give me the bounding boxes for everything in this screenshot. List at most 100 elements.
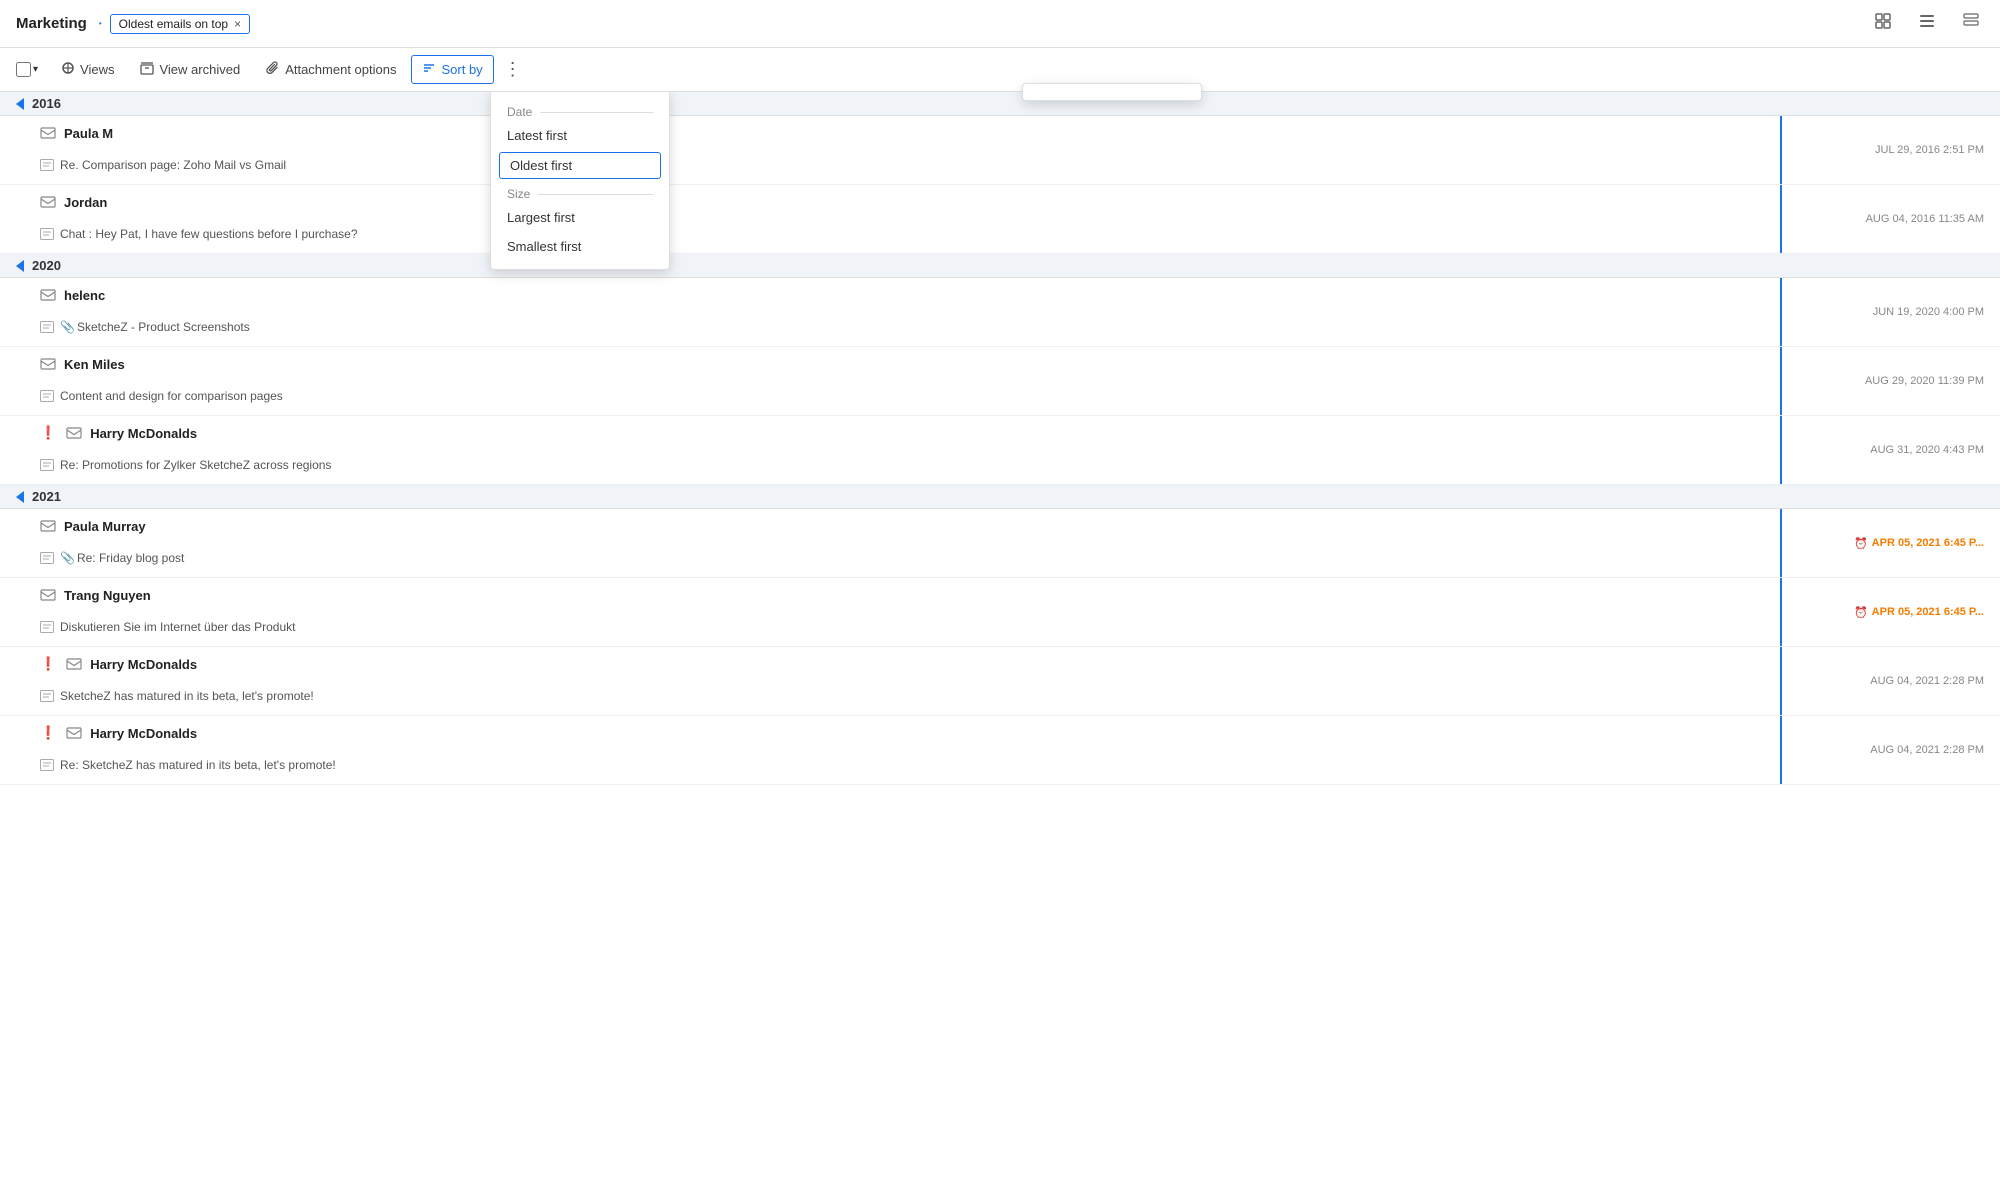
email-subject-row: Diskutieren Sie im Internet über das Pro…: [0, 612, 2000, 646]
oldest-first-option[interactable]: Oldest first: [499, 152, 661, 179]
active-filter-badge[interactable]: Oldest emails on top ×: [110, 14, 250, 34]
email-thread[interactable]: Paula M Re. Comparison page: Zoho Mail v…: [0, 116, 2000, 185]
more-options-button[interactable]: ⋮: [498, 55, 528, 84]
view-mode-2-button[interactable]: [1914, 8, 1940, 39]
app-title: Marketing: [16, 15, 87, 32]
date-column: APR 05, 2021 6:45 P...: [1780, 578, 2000, 646]
view-mode-3-icon: [1962, 12, 1980, 30]
subject-text: SketcheZ - Product Screenshots: [77, 320, 250, 334]
select-all-checkbox[interactable]: [16, 62, 31, 77]
select-all-wrapper[interactable]: ▾: [16, 62, 38, 77]
attachment-options-button[interactable]: Attachment options: [255, 55, 407, 84]
sender-name: Harry McDonalds: [90, 726, 197, 741]
email-subject-row: Chat : Hey Pat, I have few questions bef…: [0, 219, 2000, 253]
year-header-2016: 2016: [0, 92, 2000, 116]
email-thread[interactable]: ❗ Harry McDonalds Re: SketcheZ has matur…: [0, 716, 2000, 785]
year-header-2021: 2021: [0, 485, 2000, 509]
email-preview-icon: [40, 228, 54, 240]
views-label: Views: [80, 62, 114, 77]
email-thread[interactable]: ❗ Harry McDonalds Re: Promotions for Zyl…: [0, 416, 2000, 485]
view-mode-2-icon: [1918, 12, 1936, 30]
email-sender-row: Trang Nguyen: [0, 578, 2000, 612]
year-label: 2020: [32, 258, 61, 273]
date-column: JUL 29, 2016 2:51 PM: [1780, 116, 2000, 184]
email-preview-icon: [40, 390, 54, 402]
attachment-options-label: Attachment options: [285, 62, 396, 77]
subject-text: Re. Comparison page: Zoho Mail vs Gmail: [60, 158, 286, 172]
view-mode-3-button[interactable]: [1958, 8, 1984, 39]
email-sender-row: ❗ Harry McDonalds: [0, 416, 2000, 450]
email-sender-row: Ken Miles: [0, 347, 2000, 381]
year-group-2020: 2020 helenc 📎 SketcheZ - Product Screens…: [0, 254, 2000, 485]
largest-first-option[interactable]: Largest first: [491, 203, 669, 232]
date-column: AUG 31, 2020 4:43 PM: [1780, 416, 2000, 484]
email-preview-icon: [40, 159, 54, 171]
subject-text: Re: SketcheZ has matured in its beta, le…: [60, 758, 336, 772]
email-thread[interactable]: Jordan Chat : Hey Pat, I have few questi…: [0, 185, 2000, 254]
sender-name: Paula Murray: [64, 519, 146, 534]
sort-dropdown: [1022, 83, 1202, 101]
email-open-icon: [66, 726, 82, 740]
date-text: JUN 19, 2020 4:00 PM: [1873, 306, 1984, 318]
year-arrow-icon: [16, 98, 24, 110]
date-text: AUG 29, 2020 11:39 PM: [1865, 375, 1984, 387]
email-thread[interactable]: ❗ Harry McDonalds SketcheZ has matured i…: [0, 647, 2000, 716]
select-dropdown-arrow-icon[interactable]: ▾: [33, 64, 38, 75]
date-text: APR 05, 2021 6:45 P...: [1854, 606, 1984, 619]
attachment-icon: [266, 61, 280, 78]
filter-label: Oldest emails on top: [119, 17, 228, 31]
view-mode-1-button[interactable]: [1870, 8, 1896, 39]
subject-text: Re: Promotions for Zylker SketcheZ acros…: [60, 458, 331, 472]
email-sender-row: Paula M: [0, 116, 2000, 150]
view-archived-button[interactable]: View archived: [129, 55, 251, 84]
date-text: AUG 04, 2021 2:28 PM: [1870, 675, 1984, 687]
year-header-2020: 2020: [0, 254, 2000, 278]
urgent-icon: ❗: [40, 656, 56, 672]
date-text: JUL 29, 2016 2:51 PM: [1875, 144, 1984, 156]
urgent-icon: ❗: [40, 725, 56, 741]
sort-by-label: Sort by: [441, 62, 482, 77]
top-bar-right: [1870, 8, 1984, 39]
email-preview-icon: [40, 552, 54, 564]
email-sender-row: Paula Murray: [0, 509, 2000, 543]
email-sender-row: Jordan: [0, 185, 2000, 219]
views-button[interactable]: Views: [50, 55, 125, 84]
email-sender-row: helenc: [0, 278, 2000, 312]
date-column: AUG 04, 2021 2:28 PM: [1780, 716, 2000, 784]
urgent-icon: ❗: [40, 425, 56, 441]
email-open-icon: [40, 288, 56, 302]
subject-text: Re: Friday blog post: [77, 551, 184, 565]
top-bar: Marketing • Oldest emails on top ×: [0, 0, 2000, 48]
date-text: AUG 04, 2021 2:28 PM: [1870, 744, 1984, 756]
year-arrow-icon: [16, 491, 24, 503]
latest-first-option[interactable]: Latest first: [491, 121, 669, 150]
smallest-first-option[interactable]: Smallest first: [491, 232, 669, 261]
date-column: AUG 04, 2021 2:28 PM: [1780, 647, 2000, 715]
email-thread[interactable]: Paula Murray 📎 Re: Friday blog postAPR 0…: [0, 509, 2000, 578]
email-thread[interactable]: Trang Nguyen Diskutieren Sie im Internet…: [0, 578, 2000, 647]
email-subject-row: Re: SketcheZ has matured in its beta, le…: [0, 750, 2000, 784]
views-icon: [61, 61, 75, 78]
sender-name: Jordan: [64, 195, 107, 210]
email-thread[interactable]: Ken Miles Content and design for compari…: [0, 347, 2000, 416]
view-mode-1-icon: [1874, 12, 1892, 30]
email-subject-row: SketcheZ has matured in its beta, let's …: [0, 681, 2000, 715]
date-section-label: Date: [491, 99, 669, 121]
view-archived-label: View archived: [159, 62, 240, 77]
email-subject-row: Re: Promotions for Zylker SketcheZ acros…: [0, 450, 2000, 484]
sort-by-button[interactable]: Sort by: [411, 55, 493, 84]
date-text: AUG 31, 2020 4:43 PM: [1870, 444, 1984, 456]
email-list: 2016 Paula M Re. Comparison page: Zoho M…: [0, 92, 2000, 785]
date-column: JUN 19, 2020 4:00 PM: [1780, 278, 2000, 346]
year-group-2021: 2021 Paula Murray 📎 Re: Friday blog post…: [0, 485, 2000, 785]
close-filter-icon[interactable]: ×: [234, 17, 241, 31]
dot-indicator: •: [99, 19, 102, 28]
email-thread[interactable]: helenc 📎 SketcheZ - Product ScreenshotsJ…: [0, 278, 2000, 347]
archive-icon: [140, 61, 154, 78]
subject-text: SketcheZ has matured in its beta, let's …: [60, 689, 314, 703]
year-arrow-icon: [16, 260, 24, 272]
date-column: APR 05, 2021 6:45 P...: [1780, 509, 2000, 577]
date-text: AUG 04, 2016 11:35 AM: [1866, 213, 1984, 225]
sort-icon: [422, 61, 436, 78]
sender-name: Harry McDonalds: [90, 426, 197, 441]
